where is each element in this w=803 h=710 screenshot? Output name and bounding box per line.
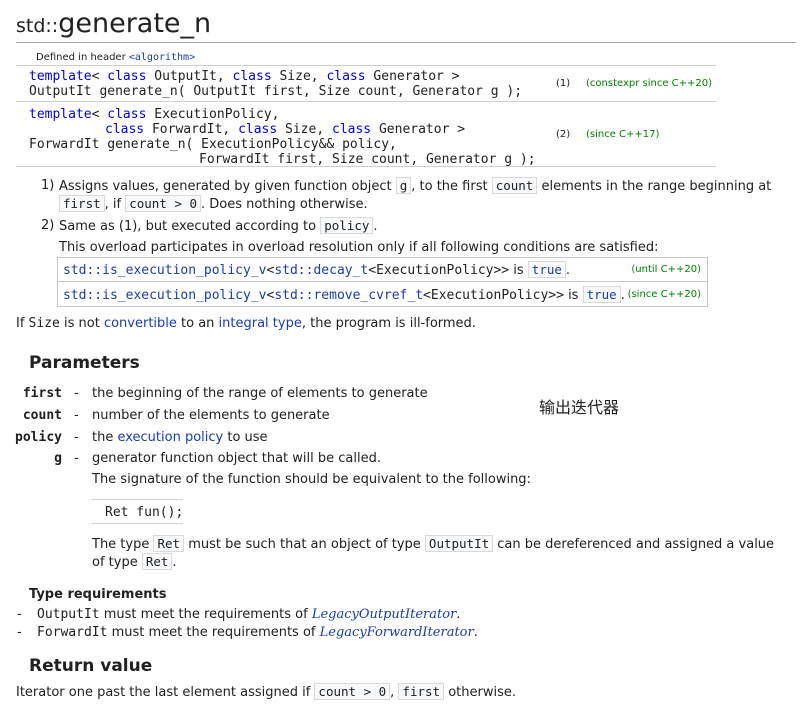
header-link[interactable]: <algorithm> [129, 52, 195, 63]
overload-condition-text: This overload participates in overload r… [59, 240, 659, 255]
integral-type-link[interactable]: integral type [219, 316, 302, 331]
condition-row-1: std::is_execution_policy_v<std::decay_t<… [58, 258, 707, 282]
declaration-2: template< class ExecutionPolicy, class F… [16, 101, 716, 167]
ret-type-line-2: of type Ret. [92, 553, 177, 570]
signature-text: The signature of the function should be … [92, 472, 531, 487]
return-value-text: Iterator one past the last element assig… [16, 683, 516, 700]
param-dash: - [74, 408, 79, 423]
type-req-output-it: OutputIt must meet the requirements of L… [37, 607, 461, 622]
legacy-forward-iterator-link[interactable]: LegacyForwardIterator [320, 625, 474, 640]
condition-row-2: std::is_execution_policy_v<std::remove_c… [63, 286, 701, 303]
decl-2-line-4: ForwardIt first, Size count, Generator g… [199, 152, 536, 167]
page-title: std::generate_n [16, 8, 211, 39]
decl-2-since: (since C++17) [586, 129, 660, 140]
title-name: generate_n [58, 8, 212, 39]
ret-type-line-1: The type Ret must be such that an object… [92, 535, 775, 552]
ill-formed-note: If Size is not convertible to an integra… [16, 316, 476, 331]
signature-code: Ret fun(); [105, 505, 184, 520]
decl-2-line-1: template< class ExecutionPolicy, [29, 107, 280, 122]
execution-policy-link[interactable]: execution policy [117, 430, 223, 445]
param-name-first: first [22, 386, 62, 401]
type-req-forward-it: ForwardIt must meet the requirements of … [37, 625, 478, 640]
handwritten-annotation: 输出迭代器 [539, 398, 620, 417]
param-desc-count: number of the elements to generate [92, 408, 330, 423]
condition-2-remove-cvref-link[interactable]: std::remove_cvref_t [274, 288, 423, 303]
condition-1-note: (until C++20) [631, 264, 701, 275]
declaration-1: template< class OutputIt, class Size, cl… [16, 65, 716, 101]
decl-2-line-2: class ForwardIt, class Size, class Gener… [105, 122, 466, 137]
decl-1-since: (constexpr since C++20) [586, 78, 713, 89]
decl-1-number: (1) [556, 78, 571, 89]
type-req-dash: - [17, 625, 22, 640]
param-dash: - [74, 386, 79, 401]
title-divider [16, 42, 796, 43]
param-name-count: count [22, 408, 62, 423]
return-value-heading: Return value [29, 656, 153, 676]
condition-2-note: (since C++20) [627, 289, 701, 300]
desc-2-line-1: Same as (1), but executed according to p… [59, 217, 378, 234]
desc-2-number: 2) [41, 218, 55, 233]
defined-in-header: Defined in header <algorithm> [36, 52, 195, 63]
decl-2-line-3: ForwardIt generate_n( ExecutionPolicy&& … [29, 137, 397, 152]
convertible-link[interactable]: convertible [104, 316, 177, 331]
param-desc-g: generator function object that will be c… [92, 451, 381, 466]
desc-1-number: 1) [41, 178, 55, 193]
condition-1-decay-link[interactable]: std::decay_t [274, 263, 368, 278]
legacy-output-iterator-link[interactable]: LegacyOutputIterator [312, 607, 456, 622]
condition-1-trait-link[interactable]: std::is_execution_policy_v [63, 263, 267, 278]
condition-2-trait-link[interactable]: std::is_execution_policy_v [63, 288, 267, 303]
header-label: Defined in header [36, 52, 129, 63]
decl-1-line-1: template< class OutputIt, class Size, cl… [29, 69, 460, 84]
param-desc-first: the beginning of the range of elements t… [92, 386, 428, 401]
type-req-dash: - [17, 607, 22, 622]
param-desc-policy: the execution policy to use [92, 430, 268, 445]
param-name-g: g [54, 451, 62, 466]
decl-2-number: (2) [556, 129, 571, 140]
signature-code-box: Ret fun(); [92, 499, 183, 524]
param-dash: - [74, 430, 79, 445]
desc-1-line-2: first, if count > 0. Does nothing otherw… [59, 195, 368, 212]
desc-1-line-1: Assigns values, generated by given funct… [59, 177, 772, 194]
decl-1-line-2: OutputIt generate_n( OutputIt first, Siz… [29, 84, 523, 99]
param-dash: - [74, 451, 79, 466]
type-requirements-heading: Type requirements [29, 587, 167, 602]
conditions-table: std::is_execution_policy_v<std::decay_t<… [57, 257, 708, 307]
param-name-policy: policy [15, 430, 62, 445]
title-prefix: std:: [16, 15, 59, 37]
parameters-heading: Parameters [29, 353, 140, 373]
